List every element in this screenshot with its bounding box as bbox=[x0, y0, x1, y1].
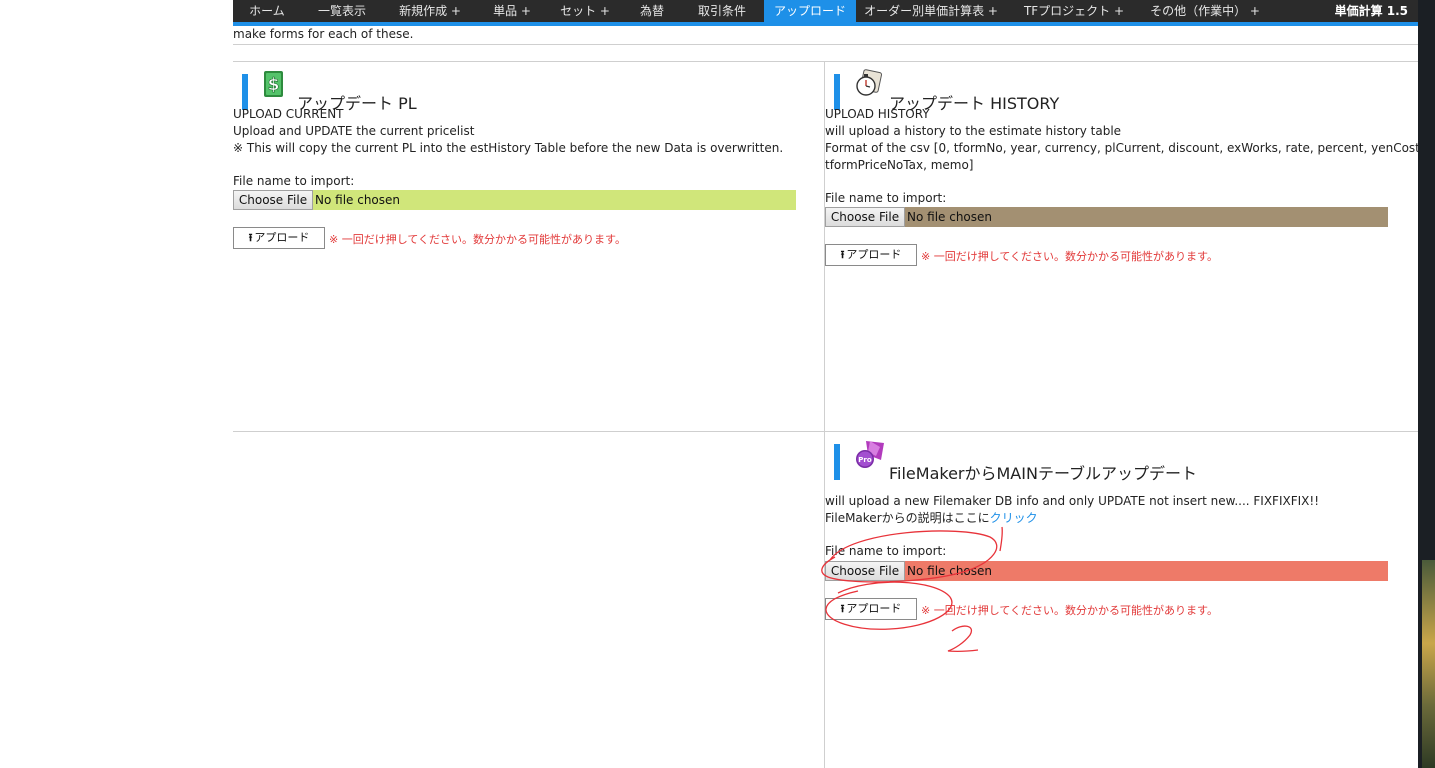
panel-title: FileMakerからMAINテーブルアップデート bbox=[889, 464, 1197, 483]
description-line: UPLOAD CURRENT bbox=[233, 107, 344, 121]
svg-text:$: $ bbox=[268, 75, 280, 95]
upload-button[interactable]: ⭱ アプロード bbox=[233, 227, 325, 249]
panel-update-pl: $ アップデート PL UPLOAD CURRENT Upload and UP… bbox=[233, 66, 818, 426]
file-input[interactable]: Choose File No file chosen bbox=[825, 207, 1388, 227]
annotation-circle-2 bbox=[825, 581, 953, 630]
nav-home[interactable]: ホーム bbox=[233, 0, 301, 22]
choose-file-button[interactable]: Choose File bbox=[825, 207, 905, 227]
description-line: UPLOAD HISTORY bbox=[825, 107, 930, 121]
upload-button-label: アプロード bbox=[846, 248, 902, 261]
nav-order-unit-price[interactable]: オーダー別単価計算表 + bbox=[856, 0, 1006, 22]
description-line: Format of the csv [0, tformNo, year, cur… bbox=[825, 141, 1424, 155]
description-line: Upload and UPDATE the current pricelist bbox=[233, 124, 475, 138]
panel-update-history: アップデート HISTORY UPLOAD HISTORY will uploa… bbox=[825, 66, 1424, 426]
upload-warning: ※ 一回だけ押してください。数分かかる可能性があります。 bbox=[329, 233, 626, 246]
top-note: make forms for each of these. bbox=[233, 27, 414, 41]
accent-bar bbox=[242, 74, 248, 110]
divider bbox=[233, 431, 1418, 432]
nav-new[interactable]: 新規作成 + bbox=[383, 0, 477, 22]
filemaker-pro-icon: Pro bbox=[854, 438, 884, 468]
description-line: will upload a history to the estimate hi… bbox=[825, 124, 1122, 138]
desktop-wallpaper bbox=[1422, 560, 1435, 768]
divider bbox=[233, 61, 1418, 62]
nav-single-item[interactable]: 単品 + bbox=[477, 0, 547, 22]
description-line: will upload a new Filemaker DB info and … bbox=[825, 494, 1319, 508]
desktop-edge bbox=[1418, 0, 1435, 768]
nav-terms[interactable]: 取引条件 bbox=[681, 0, 763, 22]
upload-icon: ⭱ bbox=[248, 231, 253, 244]
nav-upload[interactable]: アップロード bbox=[764, 0, 856, 22]
upload-warning: ※ 一回だけ押してください。数分かかる可能性があります。 bbox=[921, 250, 1218, 263]
file-status: No file chosen bbox=[907, 210, 993, 224]
annotation-mark-1 bbox=[999, 526, 1003, 552]
upload-button-label: アプロード bbox=[254, 231, 310, 244]
file-label: File name to import: bbox=[233, 174, 355, 188]
file-input[interactable]: Choose File No file chosen bbox=[233, 190, 796, 210]
description-line: tformPriceNoTax, memo] bbox=[825, 158, 974, 172]
brand-title[interactable]: 単価計算 1.5 bbox=[1335, 0, 1408, 22]
nav-tf-project[interactable]: TFプロジェクト + bbox=[1006, 0, 1142, 22]
accent-bar bbox=[834, 444, 840, 480]
accent-bar bbox=[834, 74, 840, 110]
annotation-overlay bbox=[821, 526, 1003, 653]
upload-button[interactable]: ⭱ アプロード bbox=[825, 244, 917, 266]
dollar-icon: $ bbox=[262, 68, 286, 98]
choose-file-button[interactable]: Choose File bbox=[233, 190, 313, 210]
stopwatch-icon bbox=[854, 68, 883, 98]
nav-other[interactable]: その他（作業中） + bbox=[1142, 0, 1268, 22]
nav-exchange[interactable]: 為替 bbox=[623, 0, 681, 22]
file-label: File name to import: bbox=[825, 191, 947, 205]
description-line: ※ This will copy the current PL into the… bbox=[233, 141, 784, 155]
file-status: No file chosen bbox=[315, 193, 401, 207]
nav-list-view[interactable]: 一覧表示 bbox=[301, 0, 383, 22]
top-navbar: ホーム 一覧表示 新規作成 + 単品 + セット + 為替 取引条件 アップロー… bbox=[233, 0, 1418, 26]
annotation-mark-2 bbox=[947, 625, 979, 653]
svg-text:Pro: Pro bbox=[858, 456, 872, 464]
divider bbox=[233, 44, 1418, 45]
annotation-circle-1 bbox=[821, 530, 998, 583]
upload-icon: ⭱ bbox=[840, 248, 845, 261]
nav-set[interactable]: セット + bbox=[547, 0, 623, 22]
